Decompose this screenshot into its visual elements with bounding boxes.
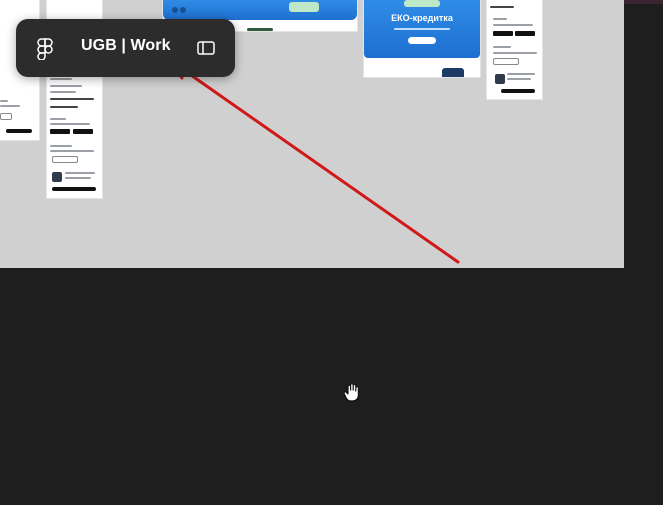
eko-credit-title: ЕКО-кредитка: [391, 13, 453, 23]
frame-mobile-2[interactable]: [487, 0, 542, 99]
slider-prev-dot[interactable]: [172, 7, 178, 13]
eko-credit-banner: ЕКО-кредитка: [364, 0, 480, 58]
slider-next-dot[interactable]: [180, 7, 186, 13]
eko-credit-cta-button[interactable]: [408, 37, 436, 44]
hand-grab-icon: [340, 380, 364, 404]
file-toolbar: UGB | Work: [16, 19, 235, 77]
frame-eko-credit-card[interactable]: ЕКО-кредитка: [364, 0, 480, 77]
figma-logo-icon[interactable]: [36, 38, 54, 61]
sidebar-panel-icon[interactable]: [197, 41, 215, 55]
file-name[interactable]: UGB | Work: [81, 37, 171, 55]
phone-illustration: [442, 68, 464, 77]
